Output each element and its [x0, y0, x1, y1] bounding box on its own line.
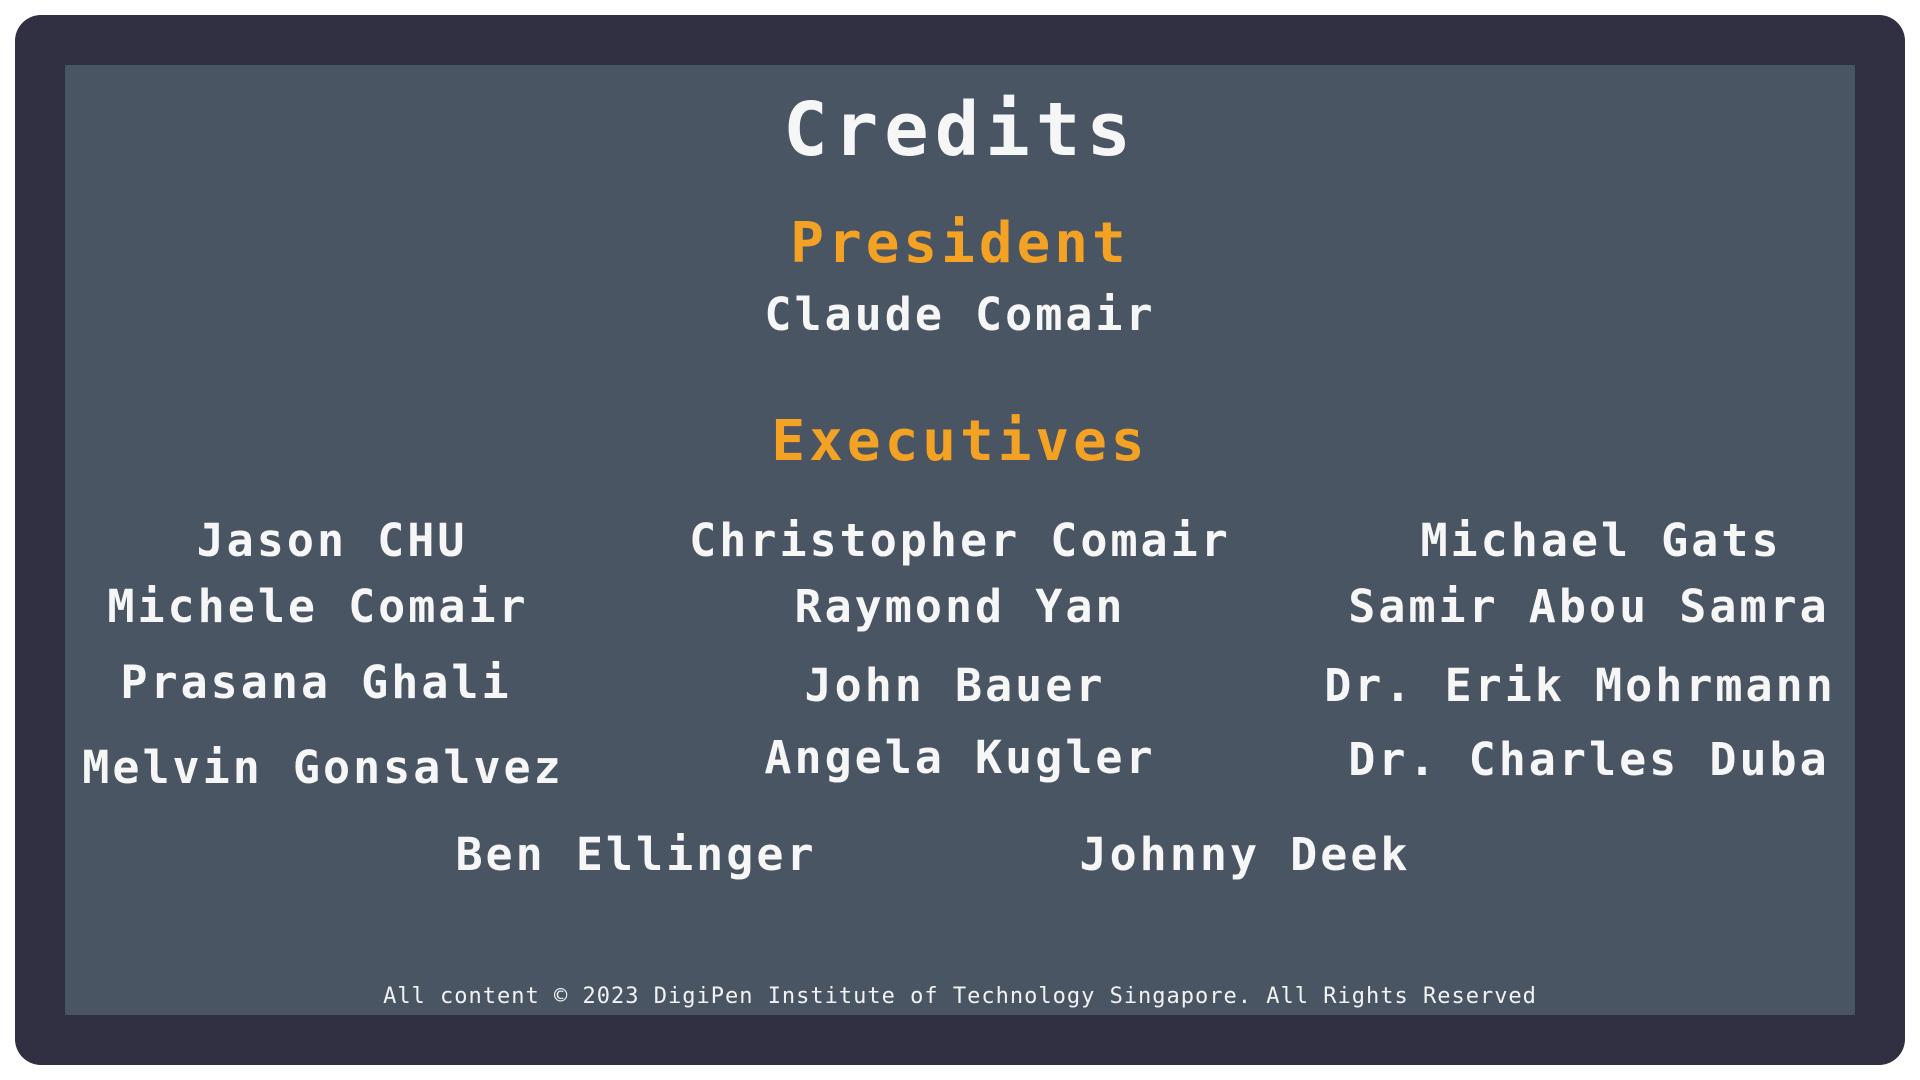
- executive-name: Christopher Comair: [689, 514, 1231, 567]
- executive-name: Angela Kugler: [764, 731, 1156, 784]
- executive-name: Michele Comair: [107, 580, 529, 633]
- executive-name: Melvin Gonsalvez: [82, 741, 564, 794]
- executive-name: Jason CHU: [196, 514, 468, 567]
- president-heading: President: [790, 211, 1130, 276]
- executive-name: John Bauer: [804, 659, 1106, 712]
- executive-name: Prasana Ghali: [120, 656, 512, 709]
- president-name: Claude Comair: [764, 288, 1156, 341]
- executives-heading: Executives: [771, 409, 1149, 474]
- credits-title: Credits: [783, 87, 1137, 173]
- executive-name: Samir Abou Samra: [1348, 580, 1830, 633]
- executive-name: Dr. Erik Mohrmann: [1324, 659, 1836, 712]
- executive-name: Ben Ellinger: [455, 828, 817, 881]
- executive-name: Dr. Charles Duba: [1348, 733, 1830, 786]
- executive-name: Michael Gats: [1420, 514, 1782, 567]
- copyright-footer: All content © 2023 DigiPen Institute of …: [383, 984, 1537, 1009]
- executive-name: Raymond Yan: [794, 580, 1126, 633]
- executive-name: Johnny Deek: [1079, 828, 1411, 881]
